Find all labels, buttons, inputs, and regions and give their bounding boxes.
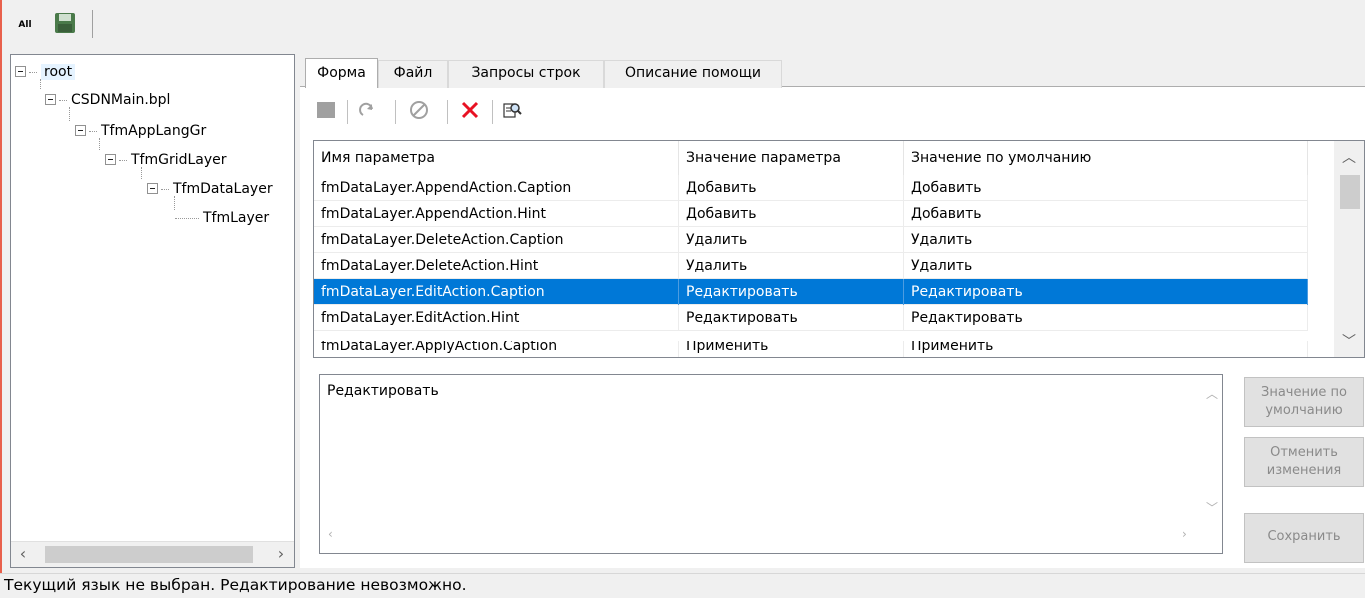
scroll-left-icon[interactable]: ‹ — [328, 527, 333, 541]
floppy-disk-icon[interactable] — [54, 12, 76, 34]
grid-header: Имя параметра Значение параметра Значени… — [314, 141, 1334, 175]
scroll-down-icon[interactable]: ﹀ — [1339, 331, 1359, 351]
tree-node-tfmlayer[interactable]: TfmLayer — [175, 208, 269, 228]
redo-icon[interactable] — [355, 96, 381, 124]
delete-icon[interactable] — [457, 96, 483, 124]
window-border-accent — [0, 0, 2, 598]
table-row[interactable]: fmDataLayer.EditAction.Hint Редактироват… — [314, 305, 1308, 331]
tree-node-csdnmain[interactable]: CSDNMain.bpl — [45, 90, 170, 110]
scroll-up-icon[interactable]: ︿ — [1206, 385, 1218, 402]
scrollbar-thumb[interactable] — [1340, 175, 1360, 209]
column-header-name[interactable]: Имя параметра — [314, 141, 679, 175]
table-row[interactable]: fmDataLayer.AppendAction.Caption Добавит… — [314, 175, 1308, 201]
cancel-icon[interactable] — [406, 96, 432, 124]
cell-default: Добавить — [904, 175, 1308, 201]
table-row[interactable]: fmDataLayer.ApplyAction.Caption Применит… — [314, 341, 1308, 357]
cell-value: Редактировать — [679, 305, 904, 331]
tab-help-description[interactable]: Описание помощи — [604, 60, 782, 88]
cell-value: Применить — [679, 341, 904, 357]
tab-string-queries[interactable]: Запросы строк — [448, 60, 604, 88]
stop-icon[interactable] — [313, 96, 339, 124]
find-icon[interactable] — [499, 96, 525, 124]
scroll-right-icon[interactable]: › — [271, 544, 291, 564]
cell-name: fmDataLayer.DeleteAction.Caption — [314, 227, 679, 253]
value-editor[interactable]: Редактировать ︿ ﹀ ‹ › — [319, 374, 1223, 554]
cell-value: Добавить — [679, 175, 904, 201]
cell-default: Применить — [904, 341, 1308, 357]
value-editor-text[interactable]: Редактировать — [327, 383, 439, 399]
collapse-icon[interactable] — [147, 182, 158, 194]
cell-default: Добавить — [904, 201, 1308, 227]
cell-default: Удалить — [904, 253, 1308, 279]
cell-name: fmDataLayer.AppendAction.Hint — [314, 201, 679, 227]
collapse-icon[interactable] — [75, 124, 86, 136]
tab-forma[interactable]: Форма — [305, 58, 378, 88]
collapse-icon[interactable] — [15, 65, 26, 77]
tree-node-root[interactable]: root — [15, 62, 76, 82]
cell-value: Редактировать — [679, 279, 904, 305]
table-row-selected[interactable]: fmDataLayer.EditAction.Caption Редактиро… — [314, 279, 1308, 305]
collapse-icon[interactable] — [105, 153, 116, 165]
scroll-right-icon[interactable]: › — [1182, 527, 1187, 541]
default-value-button[interactable]: Значение по умолчанию — [1244, 377, 1364, 427]
cell-default: Удалить — [904, 227, 1308, 253]
cell-name: fmDataLayer.DeleteAction.Hint — [314, 253, 679, 279]
component-tree[interactable]: root CSDNMain.bpl TfmAppLangGr TfmGridLa… — [10, 54, 295, 568]
cell-name: fmDataLayer.EditAction.Hint — [314, 305, 679, 331]
table-row[interactable]: fmDataLayer.DeleteAction.Caption Удалить… — [314, 227, 1308, 253]
grid-vertical-scrollbar[interactable]: ︿ ﹀ — [1334, 141, 1364, 357]
scroll-down-icon[interactable]: ﹀ — [1206, 499, 1218, 516]
status-bar: Текущий язык не выбран. Редактирование н… — [0, 573, 1365, 598]
cell-value: Удалить — [679, 227, 904, 253]
tree-node-tfmapplanggr[interactable]: TfmAppLangGr — [75, 121, 206, 141]
cell-default: Редактировать — [904, 305, 1308, 331]
tab-file[interactable]: Файл — [378, 60, 448, 88]
cancel-changes-button[interactable]: Отменить изменения — [1244, 437, 1364, 487]
main-toolbar — [2, 0, 1365, 46]
tree-horizontal-scrollbar[interactable]: ‹ › — [11, 541, 294, 567]
cell-name: fmDataLayer.AppendAction.Caption — [314, 175, 679, 201]
table-row[interactable]: fmDataLayer.DeleteAction.Hint Удалить Уд… — [314, 253, 1308, 279]
tree-node-tfmdatalayer[interactable]: TfmDataLayer — [147, 179, 273, 199]
collapse-icon[interactable] — [45, 93, 56, 105]
cell-name: fmDataLayer.EditAction.Caption — [314, 279, 679, 305]
column-header-value[interactable]: Значение параметра — [679, 141, 904, 175]
cell-value: Удалить — [679, 253, 904, 279]
scrollbar-thumb[interactable] — [45, 546, 253, 563]
scroll-up-icon[interactable]: ︿ — [1339, 147, 1359, 167]
status-text: Текущий язык не выбран. Редактирование н… — [4, 576, 467, 594]
cell-value: Добавить — [679, 201, 904, 227]
scroll-left-icon[interactable]: ‹ — [13, 544, 33, 564]
parameters-grid[interactable]: Имя параметра Значение параметра Значени… — [313, 140, 1365, 358]
toolbar-separator — [92, 10, 93, 38]
table-row[interactable]: fmDataLayer.AppendAction.Hint Добавить Д… — [314, 201, 1308, 227]
all-languages-button[interactable]: All — [14, 16, 36, 34]
cell-name: fmDataLayer.ApplyAction.Caption — [314, 341, 679, 357]
column-header-default[interactable]: Значение по умолчанию — [904, 141, 1308, 175]
cell-default: Редактировать — [904, 279, 1308, 305]
tree-node-tfmgridlayer[interactable]: TfmGridLayer — [105, 150, 227, 170]
save-button[interactable]: Сохранить — [1244, 513, 1364, 563]
